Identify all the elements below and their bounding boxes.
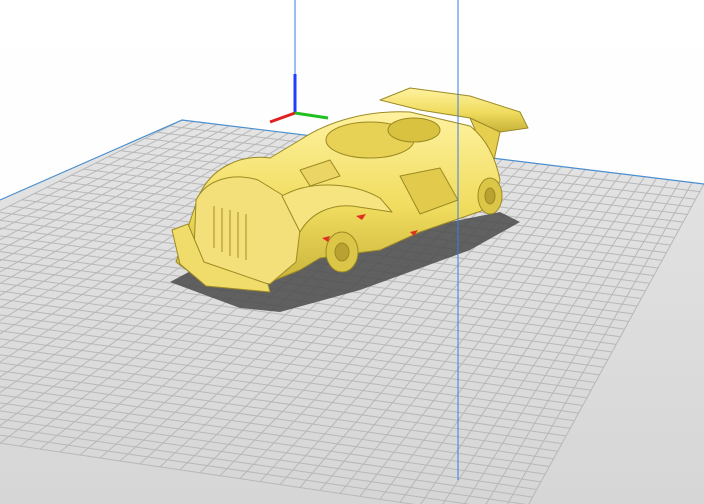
- scene-canvas[interactable]: [0, 0, 704, 504]
- x-axis: [269, 111, 296, 124]
- y-axis: [294, 111, 329, 120]
- 3d-viewport[interactable]: [0, 0, 704, 504]
- axes-gizmo: [269, 74, 329, 124]
